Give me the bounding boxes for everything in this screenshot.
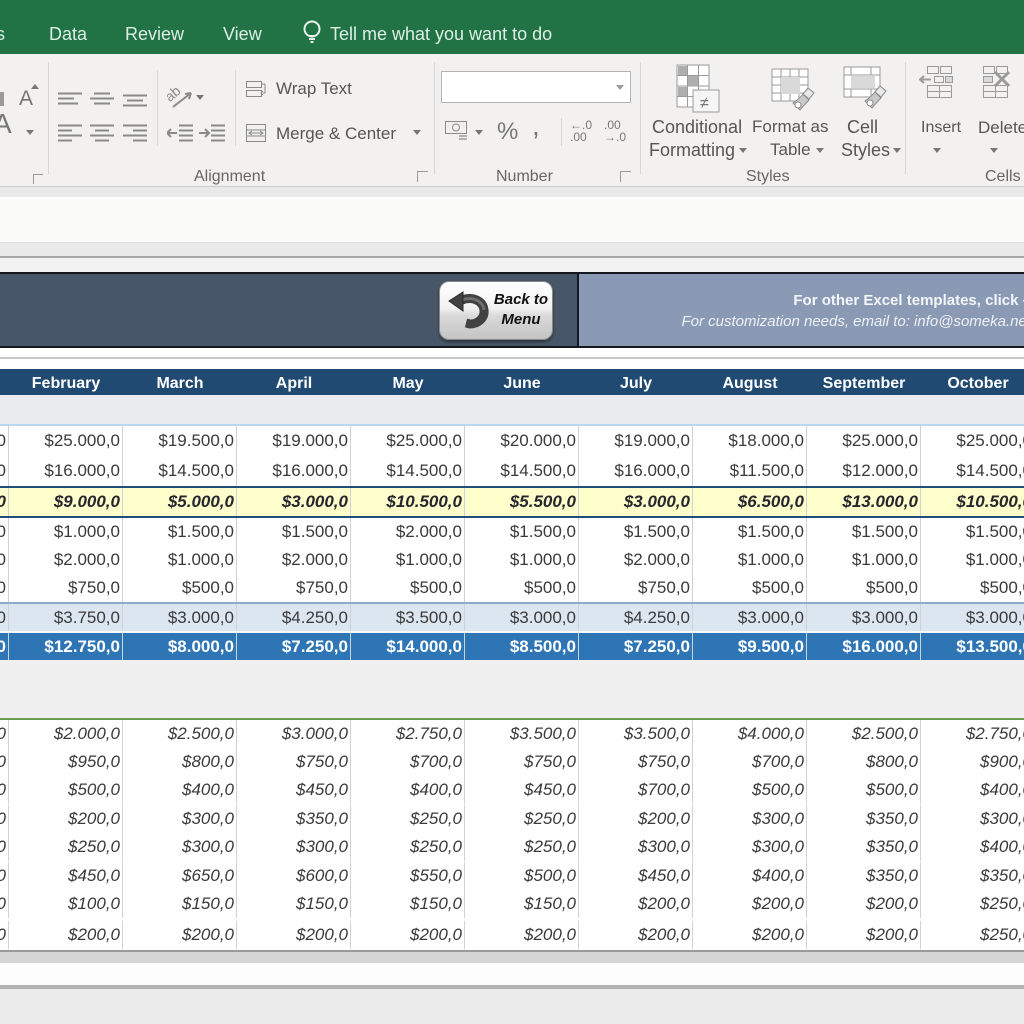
- svg-text:≠: ≠: [700, 95, 709, 112]
